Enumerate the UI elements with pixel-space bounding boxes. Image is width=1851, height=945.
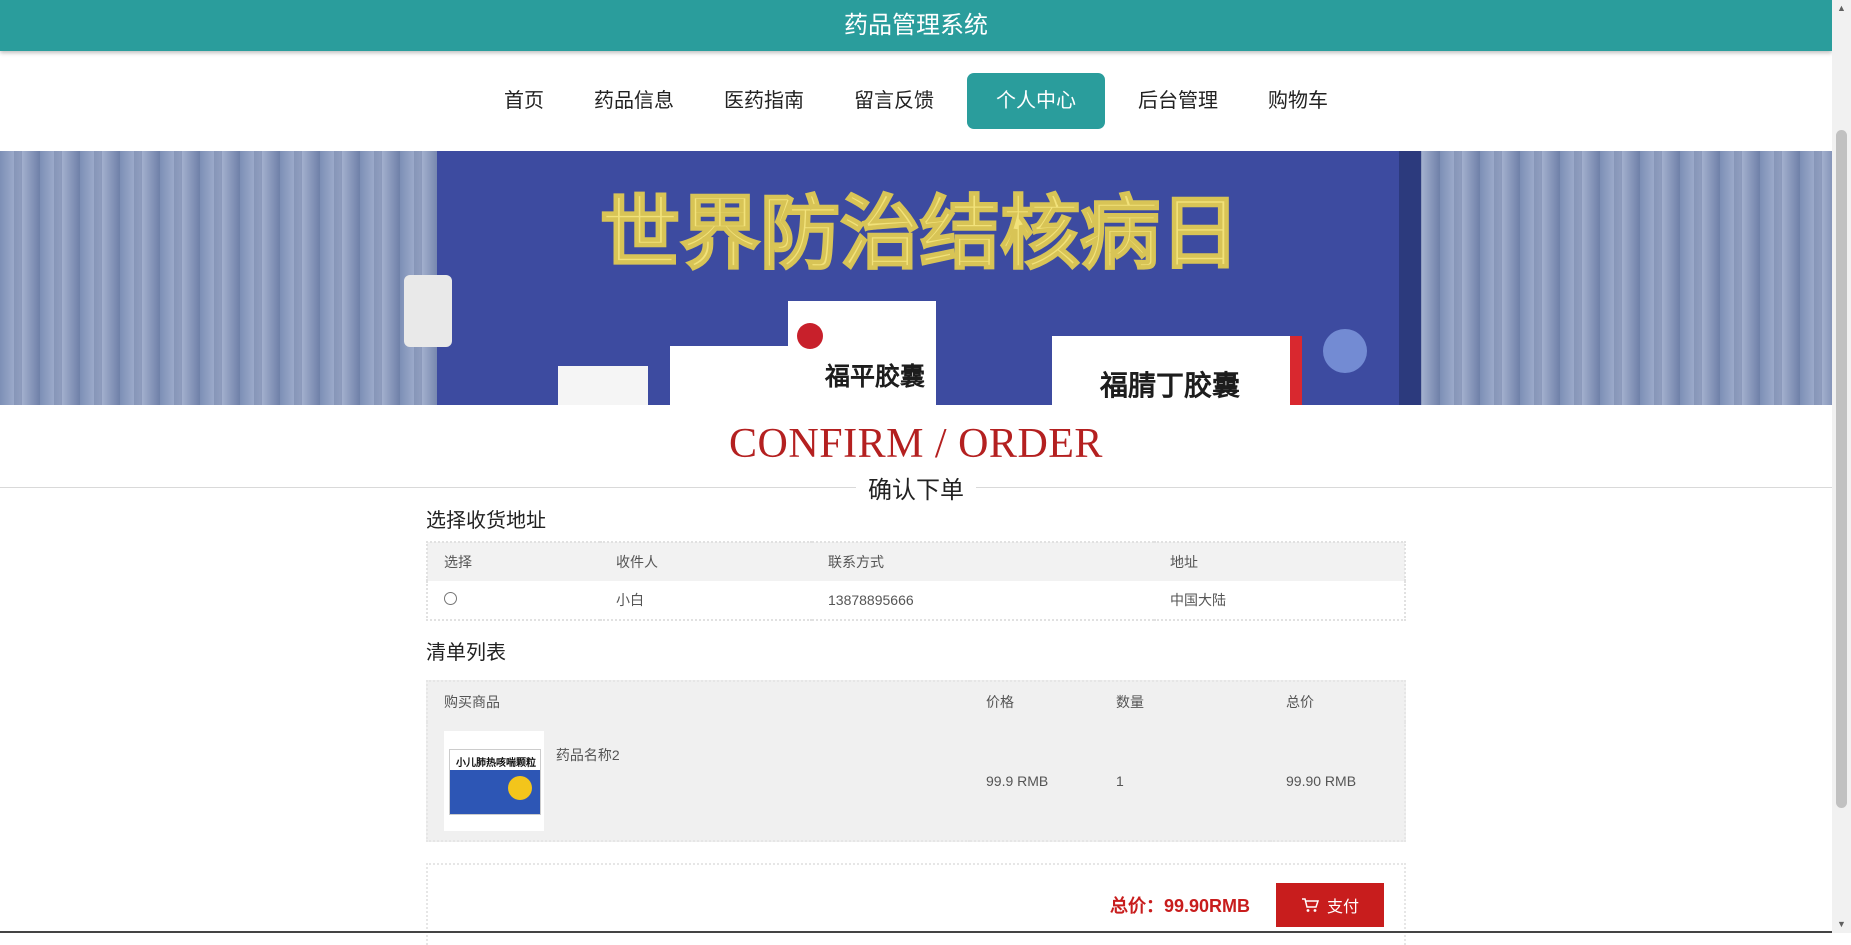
nav-feedback[interactable]: 留言反馈	[829, 73, 959, 129]
cart-icon	[1301, 898, 1319, 912]
col-contact: 联系方式	[812, 542, 1154, 581]
qty-cell: 1	[1116, 773, 1124, 789]
items-heading: 清单列表	[426, 642, 506, 664]
table-row: 小儿肺热咳喘颗粒 药品名称2 99.9 RMB 1 99.90 RMB	[427, 722, 1405, 841]
col-qty: 数量	[1116, 694, 1144, 710]
pay-button-label: 支付	[1326, 899, 1359, 916]
section-title: CONFIRM / ORDER	[729, 421, 1103, 467]
pay-button[interactable]: 支付	[1276, 883, 1384, 927]
address-select-cell	[427, 581, 600, 620]
app-title-bar: 药品管理系统	[0, 0, 1832, 51]
nav-medical-guide[interactable]: 医药指南	[699, 73, 829, 129]
col-price: 价格	[986, 694, 1014, 710]
col-select: 选择	[427, 542, 600, 581]
nav-cart[interactable]: 购物车	[1243, 73, 1353, 129]
nav-drug-info[interactable]: 药品信息	[569, 73, 699, 129]
section-subtitle-wrap: 确认下单	[0, 470, 1832, 505]
address-table: 选择 收件人 联系方式 地址 小白 13878895666 中国大陆	[426, 541, 1406, 621]
price-cell: 99.9 RMB	[986, 773, 1049, 789]
nav-home[interactable]: 首页	[479, 73, 569, 129]
nav-admin[interactable]: 后台管理	[1113, 73, 1243, 129]
main-nav: 首页 药品信息 医药指南 留言反馈 个人中心 后台管理 购物车	[0, 51, 1832, 151]
col-address: 地址	[1154, 542, 1405, 581]
scroll-down-arrow-icon[interactable]: ▼	[1832, 916, 1851, 933]
recipient-cell: 小白	[600, 581, 812, 620]
address-cell: 中国大陆	[1154, 581, 1405, 620]
banner-box2-text: 福腈丁胶囊	[1099, 369, 1240, 402]
product-cell: 小儿肺热咳喘颗粒 药品名称2	[427, 722, 970, 841]
banner-box1-text: 福平胶囊	[824, 362, 925, 391]
banner-headline: 世界防治结核病日	[600, 187, 1240, 280]
sun-mascot-icon	[508, 776, 532, 800]
col-product: 购买商品	[444, 694, 500, 710]
app-title: 药品管理系统	[844, 12, 988, 39]
section-subtitle: 确认下单	[856, 470, 976, 505]
banner-image: 福腈丁胶囊 福平胶囊 世界防治结核病日	[0, 151, 1832, 405]
items-header-row: 购买商品 价格 数量 总价	[427, 681, 1405, 722]
scrollbar-thumb[interactable]	[1836, 130, 1847, 808]
address-heading: 选择收货地址	[426, 510, 546, 532]
scroll-up-arrow-icon[interactable]: ▲	[1832, 0, 1851, 17]
table-row[interactable]: 小白 13878895666 中国大陆	[427, 581, 1405, 620]
order-total: 总价：99.90RMB	[1110, 896, 1251, 916]
product-box-label: 小儿肺热咳喘颗粒	[456, 758, 536, 769]
product-thumbnail[interactable]: 小儿肺热咳喘颗粒	[444, 731, 544, 831]
nav-personal-center[interactable]: 个人中心	[967, 73, 1105, 129]
product-name: 药品名称2	[555, 747, 620, 763]
items-table: 购买商品 价格 数量 总价 小儿肺热咳喘颗粒 药品名称2 99.9 RMB 1 …	[426, 680, 1406, 842]
vertical-scrollbar[interactable]: ▲ ▼	[1832, 0, 1851, 933]
col-recipient: 收件人	[600, 542, 812, 581]
address-header-row: 选择 收件人 联系方式 地址	[427, 542, 1405, 581]
total-cell: 99.90 RMB	[1286, 773, 1357, 789]
address-radio[interactable]	[444, 592, 457, 605]
col-total: 总价	[1286, 694, 1314, 710]
contact-cell: 13878895666	[812, 581, 1154, 620]
promo-banner[interactable]: 福腈丁胶囊 福平胶囊 世界防治结核病日	[0, 151, 1832, 405]
product-box-image: 小儿肺热咳喘颗粒	[449, 749, 541, 815]
